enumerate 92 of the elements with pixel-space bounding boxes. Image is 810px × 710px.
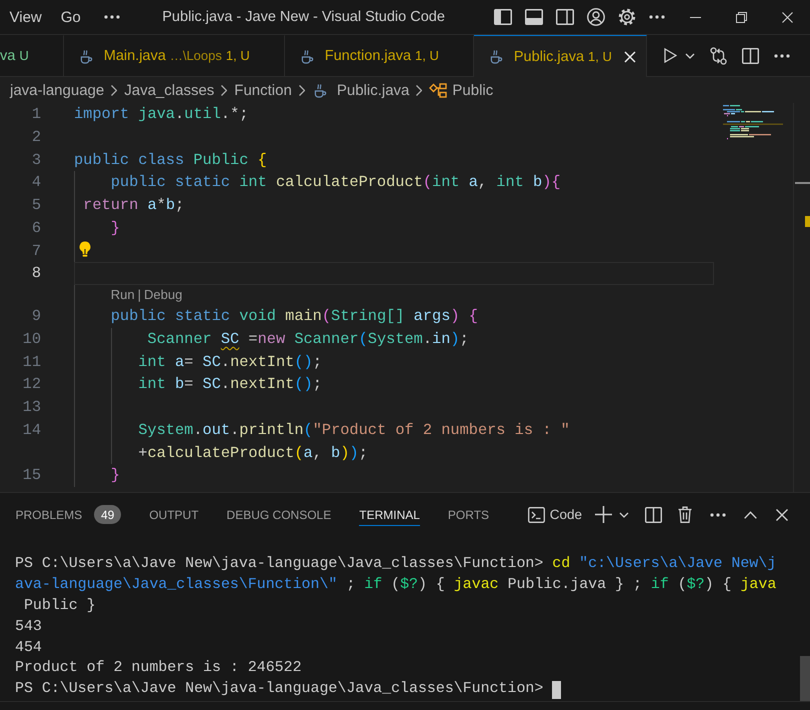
chevron-right-icon (298, 84, 305, 96)
editor-tab[interactable]: Public.java 1, U (474, 35, 647, 77)
code-line: public static int calculateProduct(int a, int b){ (110, 172, 562, 194)
menu-item[interactable]: Go (51, 6, 90, 28)
terminal-line: PS C:\Users\a\Jave New\java-language\Java_classes\Function> (15, 680, 544, 700)
more-icon[interactable] (710, 512, 726, 516)
caret-icon[interactable] (619, 512, 629, 518)
line-number: 12 (22, 374, 41, 396)
code-line: } (110, 218, 121, 239)
line-number: 5 (30, 195, 41, 216)
terminal-name-button[interactable]: Code (528, 506, 582, 522)
caret-icon[interactable] (685, 52, 695, 58)
plus-icon[interactable] (595, 506, 612, 523)
minimap-drawing (723, 104, 783, 140)
line-number: 3 (30, 150, 41, 170)
lightbulb-icon[interactable] (79, 240, 91, 256)
coffee-cup-icon (80, 48, 93, 64)
panel-tab[interactable]: TERMINAL (359, 504, 420, 526)
coffee-cup-icon (490, 49, 503, 64)
editor-tab[interactable]: va U (0, 35, 64, 76)
code-line: +calculateProduct(a, b)); (137, 442, 369, 464)
code-line: Scanner SC =new Scanner(System.in); (146, 328, 470, 350)
code-line: import java.util.*; (74, 104, 250, 125)
window-title: Public.java - Jave New - Visual Studio Code (162, 9, 445, 25)
breadcrumb-item[interactable]: Java_classes (124, 82, 214, 98)
terminal-line: 454 (15, 638, 42, 658)
split-editor-icon[interactable] (742, 48, 759, 64)
line-number: 2 (30, 126, 41, 148)
class-symbol-icon (429, 82, 448, 98)
chevron-up-icon[interactable] (744, 510, 757, 518)
close-icon[interactable] (782, 12, 792, 22)
panel-tab[interactable]: PORTS (448, 504, 490, 526)
menu-item[interactable]: View (0, 6, 52, 28)
chevron-right-icon (111, 84, 118, 96)
line-number: 8 (30, 263, 41, 284)
count-badge: 49 (94, 505, 122, 524)
code-line: return a*b; (82, 195, 186, 216)
coffee-cup-icon (300, 48, 314, 64)
codelens-link[interactable]: Debug (144, 287, 182, 302)
terminal-line: Product of 2 numbers is : 246522 (15, 659, 302, 678)
chevron-right-icon (416, 84, 422, 96)
cursor-position-marker (795, 182, 810, 184)
toggle-panel-icon[interactable] (525, 9, 543, 25)
code-line: } (110, 465, 121, 486)
code-line: public class Public { (74, 150, 268, 170)
line-number: 1 (30, 104, 41, 125)
breadcrumb-item[interactable]: Public.java (312, 82, 410, 98)
line-number: 14 (22, 420, 41, 441)
line-number: 7 (30, 240, 41, 262)
codelens-link[interactable]: Run (110, 287, 135, 302)
warning-marker (805, 216, 810, 227)
toggle-sidebar-icon[interactable] (494, 9, 512, 25)
line-number: 10 (22, 328, 41, 350)
code-line: int b= SC.nextInt(); (137, 374, 323, 396)
breadcrumb-item[interactable]: java-language (10, 82, 104, 98)
terminal-line: Public } (22, 596, 96, 616)
code-line: System.out.println("Product of 2 numbers is : " (137, 420, 571, 441)
terminal-line: PS C:\Users\a\Jave New\java-language\Java_classes\Function> cd "c:\Users\a\Jave New\j (15, 555, 776, 574)
coffee-cup-icon (314, 82, 327, 98)
toggle-secondary-sidebar-icon[interactable] (556, 9, 574, 25)
breadcrumb-item[interactable]: Function (234, 82, 292, 98)
minimize-icon[interactable] (690, 16, 700, 18)
compare-icon[interactable] (710, 46, 727, 64)
panel-tab[interactable]: OUTPUT (149, 504, 199, 526)
terminal-line: ava-language\Java_classes\Function\" ; if ($?) { javac Public.java } ; if ($?) { java (15, 576, 776, 595)
breadcrumb-item[interactable]: Public (429, 82, 494, 98)
close-icon[interactable] (624, 50, 636, 62)
chevron-right-icon (221, 84, 228, 96)
more-icon[interactable] (774, 54, 790, 58)
line-number: 11 (22, 352, 41, 372)
codelens-separator: | (138, 287, 142, 302)
run-icon[interactable] (664, 48, 677, 63)
settings-icon[interactable] (618, 8, 636, 26)
scrollbar-thumb[interactable] (800, 656, 810, 701)
more-icon[interactable] (649, 15, 665, 19)
code-line: public static void main(String[] args) { (110, 306, 479, 327)
more-icon[interactable] (104, 15, 120, 19)
close-icon[interactable] (776, 508, 788, 520)
line-number: 15 (22, 465, 41, 486)
line-number: 13 (22, 397, 41, 418)
panel-tab[interactable]: DEBUG CONSOLE (226, 504, 332, 526)
trash-icon[interactable] (678, 506, 692, 523)
split-terminal-icon[interactable] (645, 506, 662, 522)
terminal-line: 543 (15, 618, 42, 637)
line-number: 4 (30, 172, 41, 194)
code-line: int a= SC.nextInt(); (137, 352, 323, 372)
restore-icon[interactable] (736, 12, 746, 22)
line-number: 6 (30, 218, 41, 239)
terminal-icon (528, 506, 545, 522)
line-number: 9 (30, 306, 41, 327)
panel-tab[interactable]: PROBLEMS 49 (16, 501, 122, 528)
account-icon[interactable] (587, 8, 605, 26)
